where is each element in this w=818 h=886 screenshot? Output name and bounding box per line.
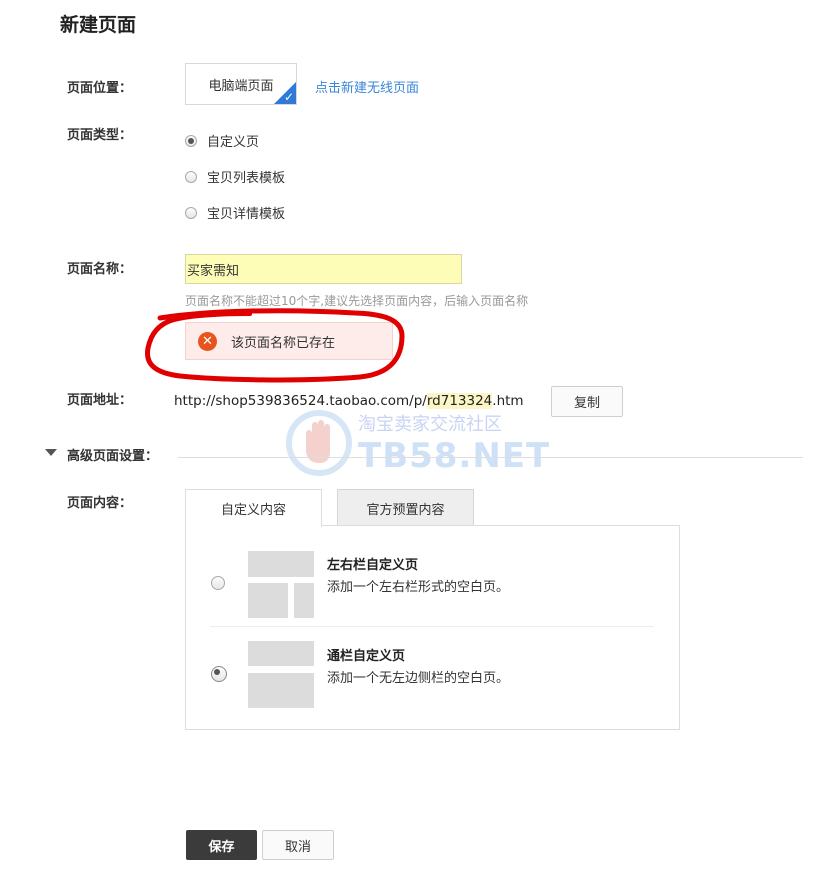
layout-option-desc: 添加一个无左边侧栏的空白页。: [327, 671, 510, 686]
page-url: http://shop539836524.taobao.com/p/rd7133…: [174, 393, 524, 409]
radio-button[interactable]: [185, 170, 197, 183]
watermark-line1: 淘宝卖家交流社区: [358, 414, 502, 435]
page-name-input[interactable]: [185, 254, 462, 284]
collapse-triangle-icon[interactable]: [45, 449, 57, 456]
url-suffix: .htm: [492, 393, 524, 409]
page-type-option-detail[interactable]: 宝贝详情模板: [185, 203, 285, 222]
page-content-label: 页面内容：: [67, 496, 133, 511]
layout-option-radio-split[interactable]: [211, 576, 225, 590]
location-label: 页面位置：: [67, 81, 133, 96]
layout-option-title: 左右栏自定义页: [327, 558, 419, 573]
split-layout-thumbnail[interactable]: [248, 551, 314, 618]
watermark-line2: TB58.NET: [358, 436, 551, 476]
radio-button[interactable]: [185, 206, 197, 219]
page-type-option-label: 宝贝列表模板: [207, 171, 286, 186]
page-type-option-label: 宝贝详情模板: [207, 207, 286, 222]
checkmark-icon: ✓: [283, 90, 294, 104]
tab-official-preset[interactable]: 官方预置内容: [337, 489, 474, 526]
save-button[interactable]: 保存: [186, 830, 257, 860]
page-url-label: 页面地址：: [67, 393, 133, 408]
pc-page-label: 电脑端页面: [208, 78, 274, 94]
page-title: 新建页面: [60, 14, 137, 36]
layout-option-radio-full[interactable]: [211, 666, 227, 682]
page-type-option-list[interactable]: 宝贝列表模板: [185, 167, 285, 186]
page-type-label: 页面类型：: [67, 128, 133, 143]
page-type-option-custom[interactable]: 自定义页: [185, 131, 259, 150]
watermark-hand-logo: [286, 410, 352, 476]
copy-button[interactable]: 复制: [551, 386, 623, 417]
pc-page-option[interactable]: 电脑端页面 ✓: [185, 63, 297, 105]
page-name-label: 页面名称：: [67, 262, 133, 277]
create-mobile-page-link[interactable]: 点击新建无线页面: [315, 77, 419, 96]
url-prefix: http://shop539836524.taobao.com/p/: [174, 393, 427, 409]
layout-option-title: 通栏自定义页: [327, 649, 406, 664]
cancel-button[interactable]: 取消: [262, 830, 334, 860]
advanced-settings-label[interactable]: 高级页面设置：: [67, 445, 158, 464]
page-type-option-label: 自定义页: [207, 135, 260, 150]
option-divider: [210, 626, 654, 627]
red-annotation-circle: [144, 308, 405, 383]
radio-button[interactable]: [185, 134, 197, 147]
full-layout-thumbnail[interactable]: [248, 641, 314, 708]
tab-custom-content[interactable]: 自定义内容: [185, 489, 322, 527]
url-highlight: rd713324: [426, 393, 493, 409]
layout-option-desc: 添加一个左右栏形式的空白页。: [327, 580, 510, 595]
section-divider: [178, 457, 803, 458]
